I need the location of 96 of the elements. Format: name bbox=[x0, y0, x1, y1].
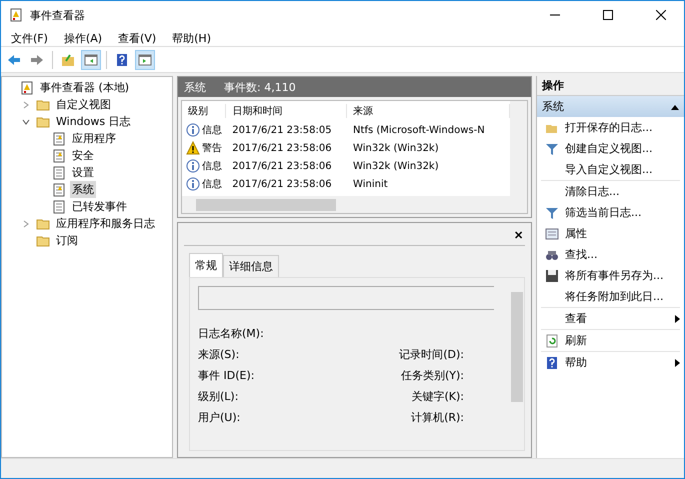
tree-item[interactable]: 应用程序 bbox=[70, 130, 118, 147]
menu-item[interactable]: 文件(F) bbox=[3, 29, 56, 46]
column-header[interactable]: 级别 bbox=[182, 104, 226, 118]
table-cell-text: 信息 bbox=[202, 160, 222, 173]
submenu-arrow-icon bbox=[675, 314, 680, 322]
table-cell-text: Win32k (Win32k) bbox=[352, 160, 440, 172]
action-link[interactable]: 导入自定义视图... bbox=[565, 162, 680, 177]
table-cell-text: 警告 bbox=[202, 142, 222, 155]
field-label: 级别(L): bbox=[198, 389, 238, 405]
folder-icon bbox=[36, 234, 50, 248]
refresh-icon bbox=[545, 334, 559, 348]
folder-icon bbox=[61, 52, 75, 66]
window-title: 事件查看器 bbox=[30, 8, 86, 22]
tree-item[interactable]: 事件查看器 (本地) bbox=[38, 79, 132, 96]
maximize-icon bbox=[603, 10, 613, 20]
close-button[interactable]: ✕ bbox=[512, 226, 525, 245]
action-link[interactable]: 筛选当前日志... bbox=[565, 205, 680, 220]
info-icon bbox=[186, 159, 200, 173]
folder-icon bbox=[36, 98, 50, 112]
help-icon bbox=[545, 356, 559, 370]
tree-item[interactable]: 已转发事件 bbox=[70, 198, 129, 215]
table-cell-text: Win32k (Win32k) bbox=[352, 142, 440, 154]
field-label: 事件 ID(E): bbox=[198, 368, 254, 384]
table-cell-text: Ntfs (Microsoft-Windows-N bbox=[352, 124, 486, 136]
field-label: 任务类别(Y): bbox=[400, 368, 464, 384]
forward-arrow-icon bbox=[30, 52, 44, 66]
folder-icon bbox=[36, 114, 50, 128]
collapse-icon[interactable] bbox=[22, 118, 30, 126]
expand-icon[interactable] bbox=[22, 100, 30, 108]
scrollbar[interactable] bbox=[510, 101, 527, 196]
pane-title: 操作 bbox=[537, 76, 684, 96]
action-link[interactable]: 查看 bbox=[565, 311, 675, 326]
filter-icon bbox=[545, 142, 559, 156]
field-label: 记录时间(D): bbox=[399, 347, 464, 363]
info-icon bbox=[186, 177, 200, 191]
tree-item[interactable]: 安全 bbox=[70, 147, 96, 164]
table-cell-text: 2017/6/21 23:58:06 bbox=[231, 178, 333, 190]
event-count: 事件数: 4,110 bbox=[224, 80, 296, 94]
pane-icon bbox=[138, 52, 152, 66]
action-link[interactable]: 将任务附加到此日... bbox=[565, 289, 680, 304]
field-label: 关键字(K): bbox=[411, 389, 464, 405]
submenu-arrow-icon bbox=[675, 358, 680, 366]
table-cell-text: 2017/6/21 23:58:06 bbox=[231, 160, 333, 172]
field-label: 用户(U): bbox=[198, 410, 240, 426]
menu-item[interactable]: 操作(A) bbox=[56, 29, 110, 46]
panel-title: 系统 bbox=[184, 80, 206, 94]
table-cell-text: 2017/6/21 23:58:05 bbox=[231, 124, 333, 136]
menu-item[interactable]: 帮助(H) bbox=[164, 29, 219, 46]
action-link[interactable]: 查找... bbox=[565, 247, 680, 262]
log-icon bbox=[52, 182, 66, 196]
field-label: 来源(S): bbox=[198, 347, 240, 363]
log-icon bbox=[52, 132, 66, 146]
table-cell-text: 信息 bbox=[202, 124, 222, 137]
folder-icon bbox=[36, 216, 50, 230]
warning-icon bbox=[186, 141, 200, 155]
event-viewer-icon bbox=[20, 80, 34, 94]
filter-icon bbox=[545, 206, 559, 220]
action-link[interactable]: 属性 bbox=[565, 226, 680, 241]
expand-icon[interactable] bbox=[22, 220, 30, 228]
table-cell-text: 信息 bbox=[202, 178, 222, 191]
message-field[interactable] bbox=[198, 286, 494, 310]
column-header[interactable]: 日期和时间 bbox=[226, 104, 348, 118]
action-link[interactable]: 清除日志... bbox=[565, 184, 680, 199]
tree-item[interactable]: 设置 bbox=[70, 164, 96, 181]
tab[interactable]: 详细信息 bbox=[223, 255, 279, 277]
info-icon bbox=[186, 123, 200, 137]
action-link[interactable]: 帮助 bbox=[565, 355, 675, 370]
tree-item[interactable]: Windows 日志 bbox=[54, 113, 133, 130]
log-icon bbox=[52, 166, 66, 180]
section-header[interactable]: 系统 bbox=[537, 96, 684, 117]
pane-icon bbox=[84, 52, 98, 66]
properties-icon bbox=[545, 226, 559, 240]
menu-item[interactable]: 查看(V) bbox=[110, 29, 164, 46]
event-viewer-icon bbox=[9, 8, 23, 22]
toolbar-button[interactable] bbox=[81, 50, 101, 70]
tree-item[interactable]: 订阅 bbox=[54, 232, 80, 249]
close-icon bbox=[656, 10, 666, 20]
tree-item[interactable]: 系统 bbox=[70, 181, 96, 198]
table-cell-text: Wininit bbox=[352, 178, 389, 190]
back-arrow-icon bbox=[7, 52, 21, 66]
action-link[interactable]: 刷新 bbox=[565, 333, 680, 348]
tree-item[interactable]: 自定义视图 bbox=[54, 96, 113, 113]
tree-item[interactable]: 应用程序和服务日志 bbox=[54, 215, 157, 232]
scrollbar[interactable] bbox=[182, 196, 527, 213]
log-icon bbox=[52, 200, 66, 214]
action-link[interactable]: 创建自定义视图... bbox=[565, 141, 680, 156]
log-icon bbox=[52, 148, 66, 162]
action-link[interactable]: 打开保存的日志... bbox=[565, 120, 680, 135]
save-icon bbox=[545, 268, 559, 282]
action-link[interactable]: 将所有事件另存为... bbox=[565, 268, 680, 283]
help-icon bbox=[115, 52, 129, 66]
toolbar-button[interactable] bbox=[135, 50, 155, 70]
tab[interactable]: 常规 bbox=[189, 253, 223, 277]
table-cell-text: 2017/6/21 23:58:06 bbox=[231, 142, 333, 154]
field-label: 计算机(R): bbox=[411, 410, 464, 426]
field-label: 日志名称(M): bbox=[198, 326, 264, 342]
